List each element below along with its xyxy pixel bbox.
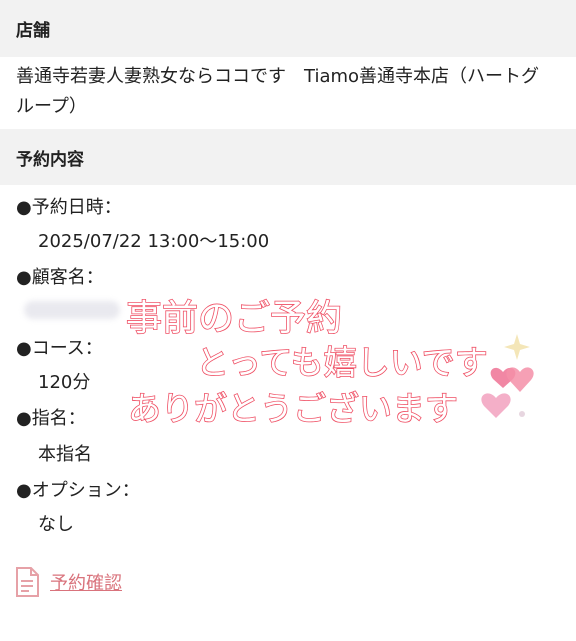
heart-icon [490, 367, 516, 388]
document-icon [16, 567, 39, 597]
heart-icon [481, 393, 511, 418]
handwritten-line-1: 事前のご予約 [126, 298, 342, 339]
handwritten-line-3: ありがとうございます [128, 389, 458, 428]
booking-confirm-link[interactable]: 予約確認 [14, 566, 122, 598]
handwritten-line-2: とっても嬉しいです [196, 343, 488, 382]
customer-name-redacted [24, 301, 120, 319]
customer-label: ●顧客名： [16, 267, 104, 288]
store-header-label: 店舗 [16, 21, 50, 41]
store-section-header: 店舗 [0, 0, 576, 57]
course-label: ●コース： [16, 338, 103, 359]
course-value: 120分 [38, 372, 91, 393]
booking-section-header: 予約内容 [0, 129, 576, 185]
store-name: 善通寺若妻人妻熟女ならココです Tiamo善通寺本店（ハートグループ） [16, 66, 540, 117]
option-value: なし [38, 514, 74, 535]
option-label: ●オプション： [16, 480, 140, 501]
nomination-label: ●指名： [16, 408, 86, 429]
datetime-label: ●予約日時： [16, 197, 122, 218]
heart-icon [506, 367, 534, 392]
sparkle-icon [504, 334, 530, 360]
booking-header-label: 予約内容 [16, 149, 84, 170]
datetime-value: 2025/07/22 13:00〜15:00 [38, 231, 270, 252]
booking-confirm-label[interactable]: 予約確認 [50, 569, 122, 595]
nomination-value: 本指名 [38, 444, 92, 465]
